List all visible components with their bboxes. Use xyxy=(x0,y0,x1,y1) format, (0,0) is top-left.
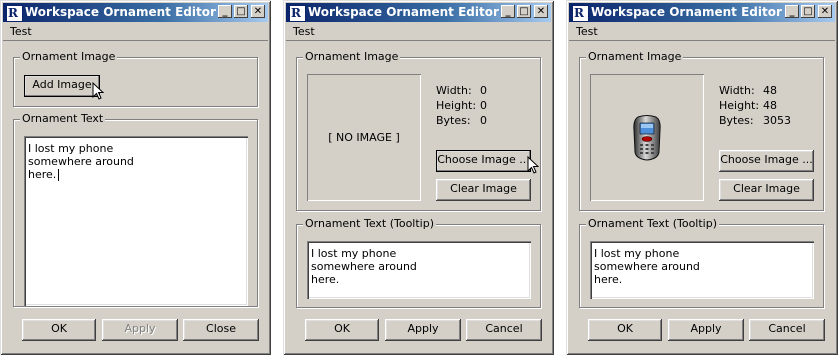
menu-bar: Test xyxy=(3,23,268,41)
choose-image-button[interactable]: Choose Image ... xyxy=(436,150,531,172)
ornament-text-area[interactable]: I lost my phone somewhere around here. xyxy=(590,241,814,299)
group-label: Ornament Image xyxy=(586,50,684,63)
group-label: Ornament Text (Tooltip) xyxy=(303,217,437,230)
window-title: Workspace Ornament Editor xyxy=(25,5,216,19)
window-title: Workspace Ornament Editor xyxy=(591,5,782,19)
close-window-button[interactable]: ✕ xyxy=(818,5,832,18)
image-info: Width: 0 Height: 0 Bytes: 0 xyxy=(436,83,487,128)
menu-test[interactable]: Test xyxy=(576,25,598,38)
bytes-label: Bytes: xyxy=(719,114,754,127)
close-button[interactable]: Close xyxy=(183,319,259,341)
clear-image-button[interactable]: Clear Image xyxy=(719,179,814,201)
app-icon: R xyxy=(572,5,589,22)
title-bar[interactable]: R Workspace Ornament Editor _ □ ✕ xyxy=(3,3,268,22)
bytes-value: 0 xyxy=(480,114,487,127)
close-window-button[interactable]: ✕ xyxy=(534,5,548,18)
group-label: Ornament Text xyxy=(20,112,106,125)
minimize-button[interactable]: _ xyxy=(218,5,232,18)
width-label: Width: xyxy=(436,84,472,97)
text-line-with-caret: here. xyxy=(24,168,248,181)
apply-button[interactable]: Apply xyxy=(102,319,178,341)
app-icon: R xyxy=(289,5,306,22)
text-line: somewhere around xyxy=(28,155,134,168)
ornament-text-group: Ornament Text (Tooltip) I lost my phone … xyxy=(296,217,541,308)
choose-image-button[interactable]: Choose Image ... xyxy=(719,150,814,172)
ornament-text-group: Ornament Text I lost my phone somewhere … xyxy=(13,112,258,307)
ornament-editor-window-2: R Workspace Ornament Editor _ □ ✕ Test O… xyxy=(283,0,554,355)
height-label: Height: xyxy=(719,99,760,112)
height-value: 0 xyxy=(480,99,487,112)
minimize-button[interactable]: _ xyxy=(501,5,515,18)
text-line: I lost my phone xyxy=(311,247,397,260)
text-line: here. xyxy=(594,273,623,286)
title-bar[interactable]: R Workspace Ornament Editor _ □ ✕ xyxy=(286,3,551,22)
text-line: here. xyxy=(311,273,340,286)
cancel-button[interactable]: Cancel xyxy=(749,319,825,341)
height-value: 48 xyxy=(763,99,777,112)
mobile-phone-icon xyxy=(633,115,661,161)
width-value: 48 xyxy=(763,84,777,97)
bytes-value: 3053 xyxy=(763,114,791,127)
maximize-button[interactable]: □ xyxy=(801,5,815,18)
add-image-button[interactable]: Add Image xyxy=(24,75,100,97)
ornament-text-area[interactable]: I lost my phone somewhere around here. xyxy=(307,241,531,299)
group-label: Ornament Image xyxy=(303,50,401,63)
width-label: Width: xyxy=(719,84,755,97)
minimize-button[interactable]: _ xyxy=(785,5,799,18)
text-line: somewhere around xyxy=(311,260,417,273)
ornament-image-group: Ornament Image Width: 48 Height: 48 Byte… xyxy=(579,50,824,211)
image-info: Width: 48 Height: 48 Bytes: 3053 xyxy=(719,83,791,128)
no-image-label: [ NO IMAGE ] xyxy=(328,131,400,144)
cancel-button[interactable]: Cancel xyxy=(466,319,542,341)
window-title: Workspace Ornament Editor xyxy=(308,5,499,19)
text-line: somewhere around xyxy=(594,260,700,273)
ornament-text-group: Ornament Text (Tooltip) I lost my phone … xyxy=(579,217,824,308)
ornament-text-area[interactable]: I lost my phone somewhere around here. xyxy=(24,136,248,306)
width-value: 0 xyxy=(480,84,487,97)
clear-image-button[interactable]: Clear Image xyxy=(436,179,531,201)
text-line: here. xyxy=(28,168,57,181)
menu-bar: Test xyxy=(569,23,835,41)
ok-button[interactable]: OK xyxy=(305,319,379,341)
ok-button[interactable]: OK xyxy=(22,319,96,341)
image-preview: [ NO IMAGE ] xyxy=(307,74,421,201)
ornament-editor-window-1: R Workspace Ornament Editor _ □ ✕ Test O… xyxy=(0,0,271,355)
ornament-editor-window-3: R Workspace Ornament Editor _ □ ✕ Test O… xyxy=(566,0,838,355)
ok-button[interactable]: OK xyxy=(588,319,662,341)
ornament-image-group: Ornament Image Add Image xyxy=(13,50,258,107)
maximize-button[interactable]: □ xyxy=(517,5,531,18)
height-label: Height: xyxy=(436,99,477,112)
apply-button[interactable]: Apply xyxy=(668,319,744,341)
group-label: Ornament Text (Tooltip) xyxy=(586,217,720,230)
apply-button[interactable]: Apply xyxy=(385,319,461,341)
maximize-button[interactable]: □ xyxy=(234,5,248,18)
mouse-pointer-icon xyxy=(527,156,539,174)
menu-bar: Test xyxy=(286,23,551,41)
text-line: I lost my phone xyxy=(28,142,114,155)
text-line: I lost my phone xyxy=(594,247,680,260)
text-caret xyxy=(58,169,60,181)
image-preview xyxy=(590,74,704,201)
app-icon: R xyxy=(6,5,23,22)
close-window-button[interactable]: ✕ xyxy=(251,5,265,18)
menu-test[interactable]: Test xyxy=(293,25,315,38)
mouse-pointer-icon xyxy=(92,82,104,100)
bytes-label: Bytes: xyxy=(436,114,471,127)
ornament-image-group: Ornament Image [ NO IMAGE ] Width: 0 Heig… xyxy=(296,50,541,211)
group-label: Ornament Image xyxy=(20,50,118,63)
title-bar[interactable]: R Workspace Ornament Editor _ □ ✕ xyxy=(569,3,835,22)
menu-test[interactable]: Test xyxy=(10,25,32,38)
